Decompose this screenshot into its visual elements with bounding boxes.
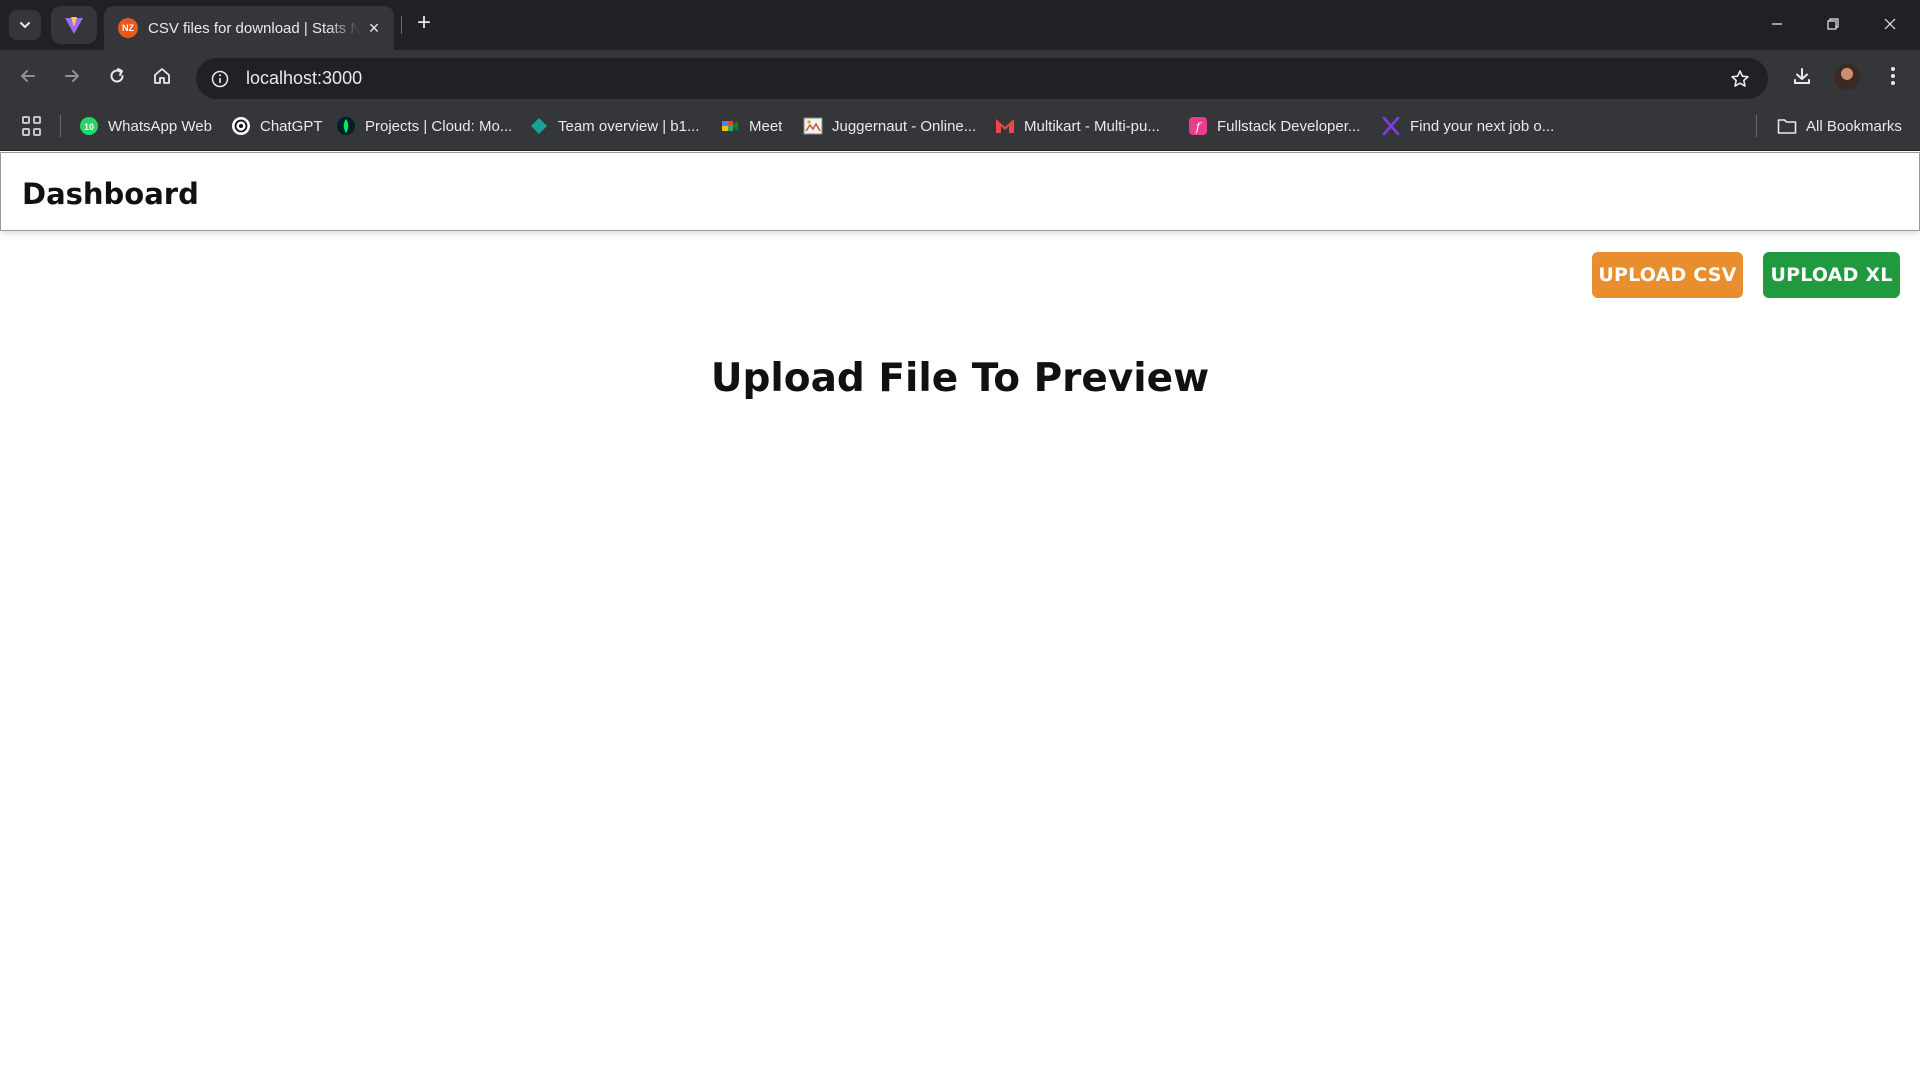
multikart-icon [995, 116, 1015, 136]
minimize-button[interactable] [1757, 8, 1797, 40]
forward-button[interactable] [56, 60, 88, 92]
bookmark-label: Fullstack Developer... [1217, 117, 1361, 135]
preview-heading: Upload File To Preview [710, 356, 1210, 401]
bookmark-label: Projects | Cloud: Mo... [365, 117, 513, 135]
svg-text:10: 10 [84, 122, 94, 132]
tab-title: CSV files for download | Stats NZ [148, 19, 360, 37]
x-icon [1381, 116, 1401, 136]
mongodb-icon [336, 116, 356, 136]
chevron-down-icon [20, 22, 30, 29]
bookmark-fullstack[interactable]: f Fullstack Developer... [1188, 114, 1360, 138]
bookmarks-divider [60, 115, 61, 137]
bookmark-label: Meet [749, 117, 783, 135]
minimize-icon [1772, 23, 1782, 25]
stats-nz-favicon-icon: NZ [118, 18, 138, 38]
bookmarks-bar: 10 WhatsApp Web ChatGPT Projects | Cloud… [0, 101, 1920, 151]
bookmark-juggernaut[interactable]: Juggernaut - Online... [803, 114, 976, 138]
page-title: Dashboard [22, 177, 199, 211]
tab-separator [401, 16, 402, 34]
vite-icon [65, 17, 83, 34]
tab-strip: NZ CSV files for download | Stats NZ × + [0, 0, 1920, 50]
back-button[interactable] [12, 60, 44, 92]
bookmark-team-overview[interactable]: Team overview | b1... [529, 114, 699, 138]
bookmarks-divider [1756, 115, 1757, 137]
browser-toolbar: localhost:3000 [0, 50, 1920, 101]
download-icon [1794, 68, 1810, 84]
fullstack-icon: f [1188, 116, 1208, 136]
active-tab[interactable]: NZ CSV files for download | Stats NZ × [104, 6, 394, 50]
image-icon [803, 116, 823, 136]
new-tab-button[interactable]: + [410, 10, 438, 38]
diamond-icon [529, 116, 549, 136]
page-content: Dashboard UPLOAD CSV UPLOAD XL Upload Fi… [0, 152, 1920, 1078]
bookmark-find-job[interactable]: Find your next job o... [1381, 114, 1554, 138]
all-bookmarks[interactable]: All Bookmarks [1777, 114, 1902, 138]
url-text: localhost:3000 [246, 68, 363, 88]
upload-csv-button[interactable]: UPLOAD CSV [1592, 252, 1743, 298]
tab-close-icon[interactable]: × [364, 18, 384, 39]
google-meet-icon [720, 116, 740, 136]
apps-grid-icon[interactable] [22, 116, 42, 136]
bookmark-chatgpt[interactable]: ChatGPT [231, 114, 323, 138]
pinned-tab[interactable] [51, 6, 97, 44]
folder-icon [1777, 116, 1797, 136]
home-icon [154, 68, 170, 84]
bookmark-label: WhatsApp Web [108, 117, 212, 135]
bookmark-label: Team overview | b1... [558, 117, 700, 135]
all-bookmarks-label: All Bookmarks [1806, 117, 1902, 135]
chatgpt-icon [231, 116, 251, 136]
profile-avatar[interactable] [1834, 64, 1860, 90]
bookmark-label: Multikart - Multi-pu... [1024, 117, 1160, 135]
bookmark-label: Juggernaut - Online... [832, 117, 977, 135]
close-window-button[interactable] [1870, 8, 1910, 40]
downloads-button[interactable] [1786, 60, 1818, 92]
bookmark-label: Find your next job o... [1410, 117, 1555, 135]
bookmark-label: ChatGPT [260, 117, 323, 135]
site-info-icon[interactable] [208, 67, 232, 91]
home-button[interactable] [146, 60, 178, 92]
reload-button[interactable] [101, 60, 133, 92]
browser-menu-button[interactable] [1877, 60, 1909, 92]
address-bar[interactable]: localhost:3000 [196, 58, 1768, 99]
forward-arrow-icon [65, 70, 79, 82]
kebab-menu-icon [1891, 67, 1895, 85]
whatsapp-icon: 10 [79, 116, 99, 136]
bookmark-whatsapp[interactable]: 10 WhatsApp Web [79, 114, 212, 138]
app-header: Dashboard [0, 152, 1920, 231]
bookmark-star-icon[interactable] [1728, 67, 1752, 91]
reload-icon [110, 68, 124, 83]
tab-search-button[interactable] [9, 10, 41, 40]
bookmark-mongodb-projects[interactable]: Projects | Cloud: Mo... [336, 114, 512, 138]
upload-xl-button[interactable]: UPLOAD XL [1763, 252, 1900, 298]
restore-icon [1827, 18, 1839, 30]
bookmark-meet[interactable]: Meet [720, 114, 782, 138]
restore-button[interactable] [1813, 8, 1853, 40]
bookmark-multikart[interactable]: Multikart - Multi-pu... [995, 114, 1160, 138]
close-icon [1884, 18, 1896, 30]
back-arrow-icon [21, 70, 35, 82]
